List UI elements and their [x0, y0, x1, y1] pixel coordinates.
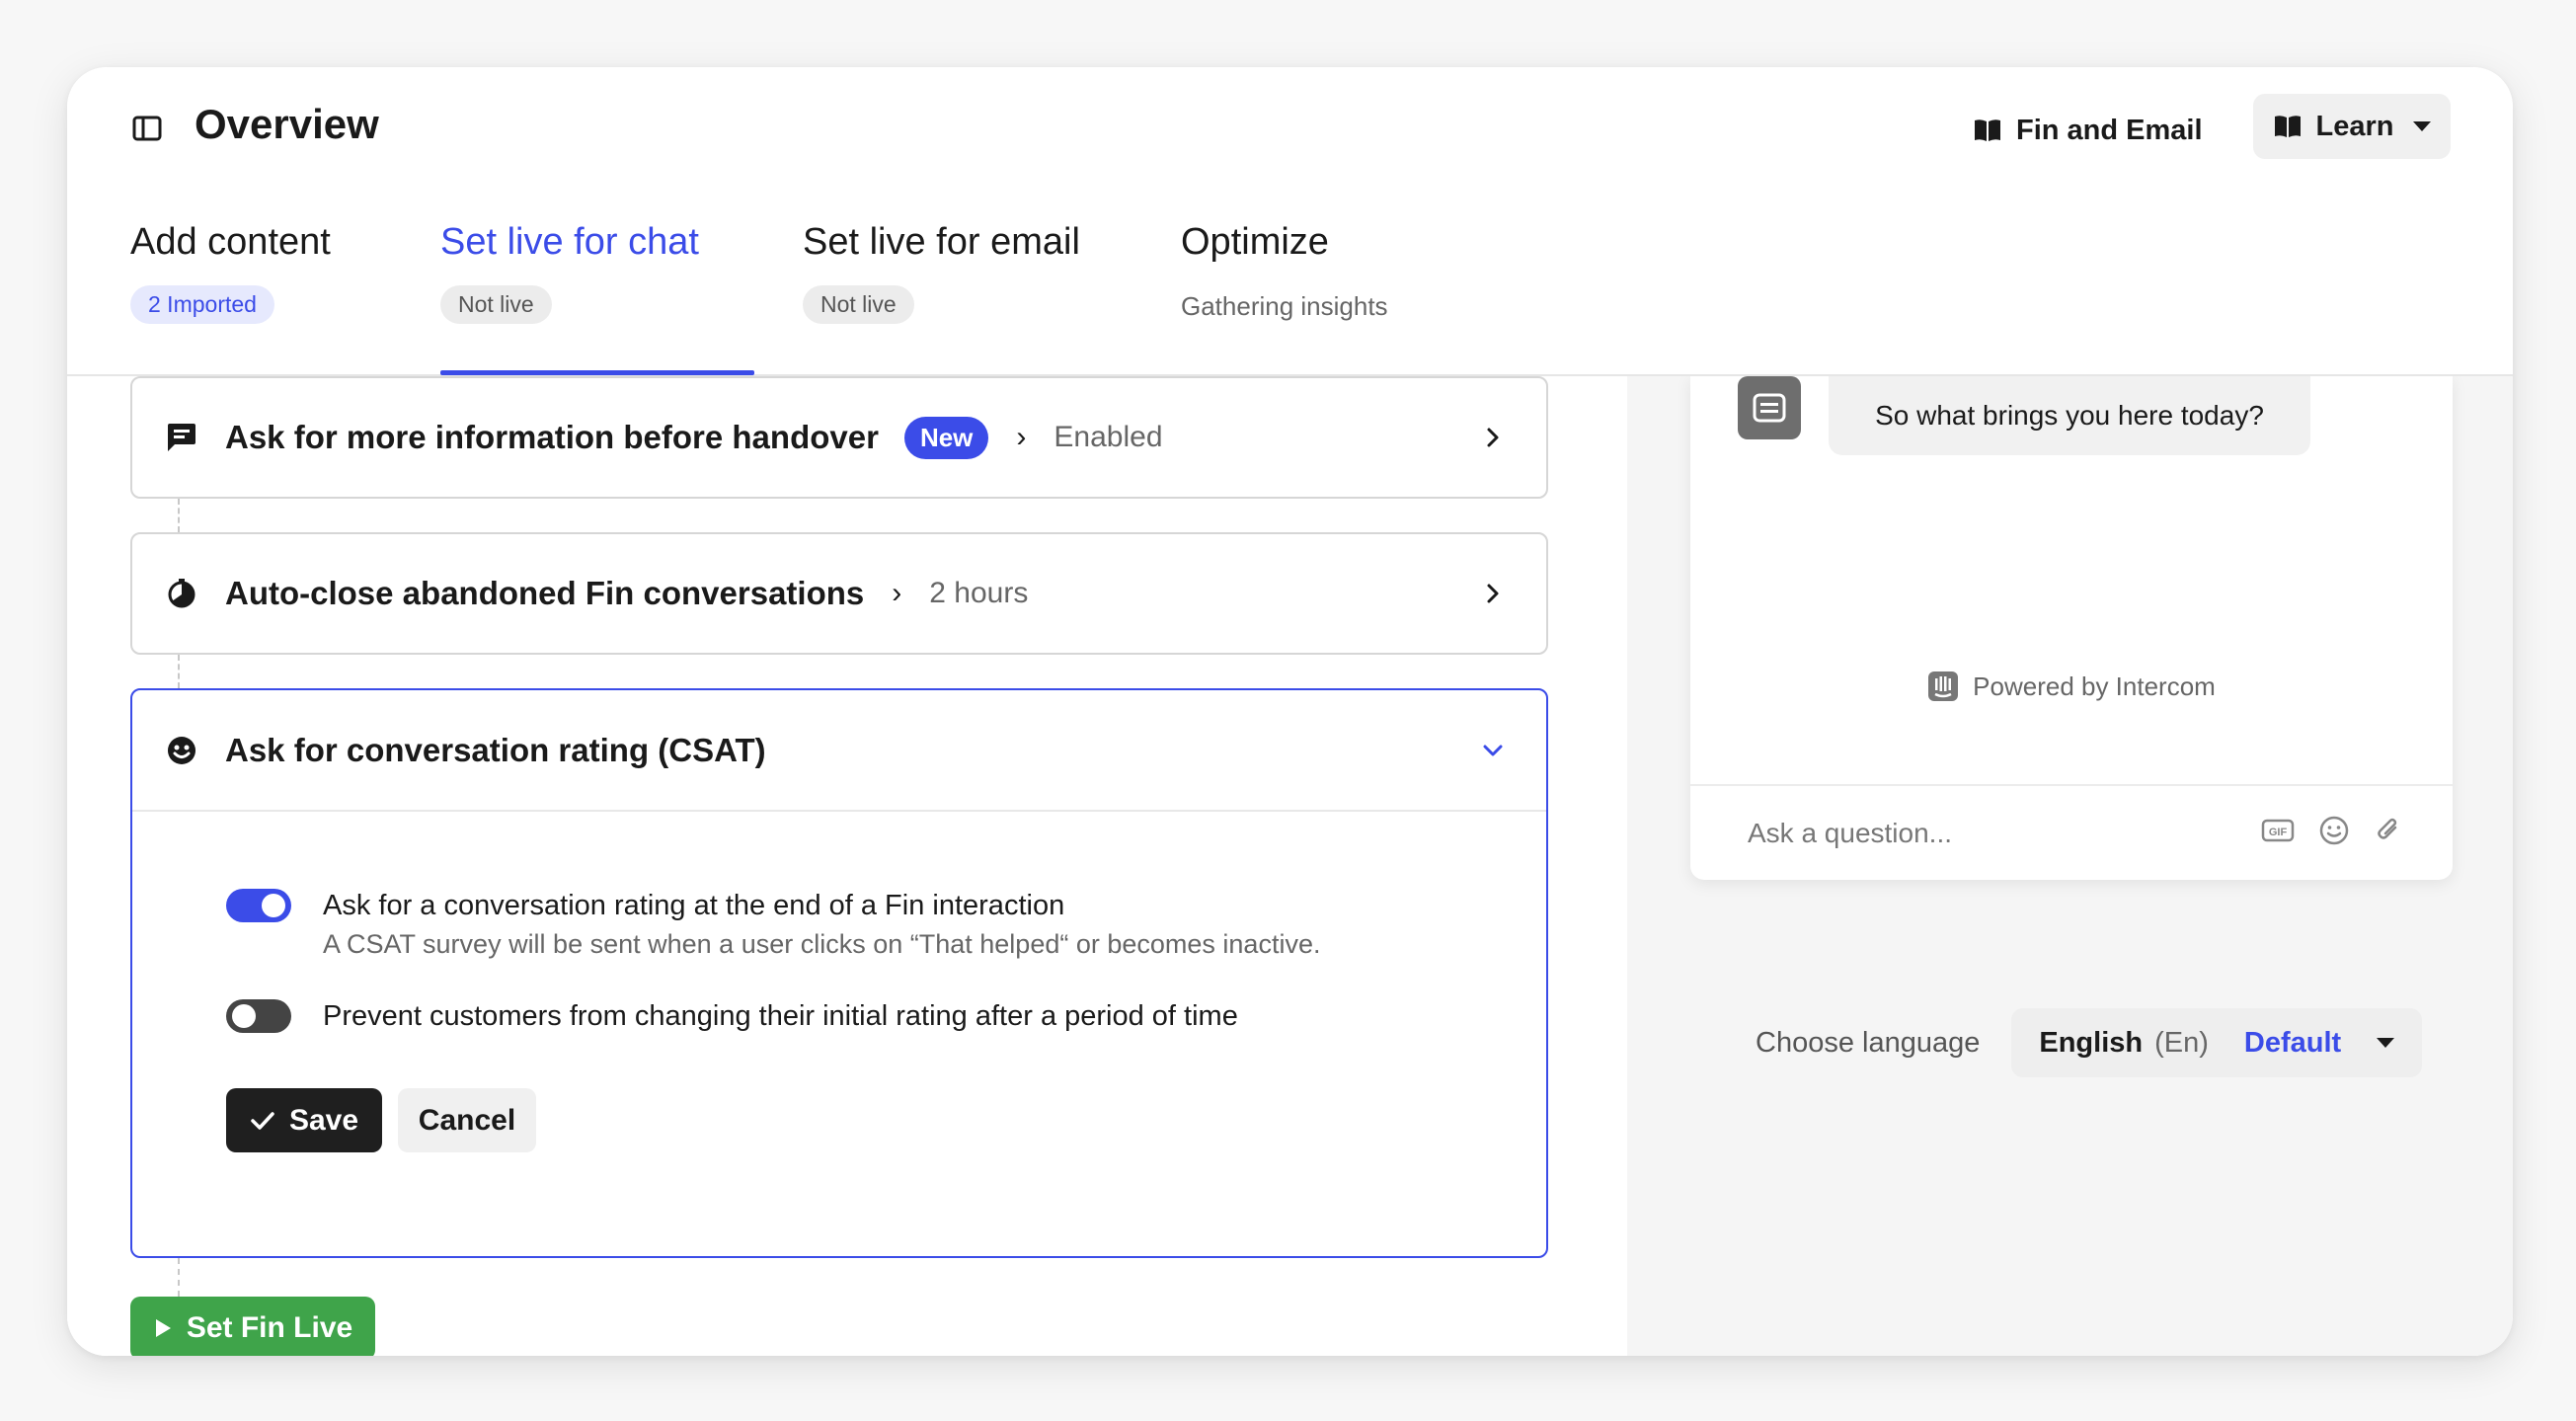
tab-label: Set live for email	[803, 221, 1080, 263]
csat-rating-help: A CSAT survey will be sent when a user c…	[323, 929, 1321, 959]
prevent-rating-change-label: Prevent customers from changing their in…	[323, 1000, 1238, 1032]
language-default-tag: Default	[2243, 1026, 2342, 1059]
learn-button[interactable]: Learn	[2253, 94, 2451, 159]
composer[interactable]: Ask a question... GIF	[1690, 784, 2453, 880]
tab-label: Add content	[130, 221, 331, 263]
step-connector	[178, 655, 180, 688]
chevron-right-icon: ›	[1016, 421, 1027, 453]
choose-language-label: Choose language	[1756, 1026, 1981, 1059]
prevent-rating-change-toggle[interactable]	[226, 999, 291, 1033]
save-label: Save	[288, 1103, 359, 1137]
learn-label: Learn	[2315, 110, 2394, 142]
book-icon	[1973, 118, 2002, 143]
divider	[132, 810, 1546, 812]
powered-by: Powered by Intercom	[1690, 671, 2453, 702]
chevron-down-icon	[2377, 1038, 2395, 1048]
tab-subtitle: Gathering insights	[1181, 291, 1388, 321]
book-icon	[2273, 114, 2303, 139]
autoclose-row[interactable]: Auto-close abandoned Fin conversations ›…	[132, 534, 1546, 653]
tab-add-content[interactable]: Add content 2 Imported	[130, 221, 331, 324]
fin-and-email-link[interactable]: Fin and Email	[1973, 109, 2203, 152]
status-badge: 2 Imported	[130, 285, 274, 324]
page-title: Overview	[195, 101, 379, 147]
language-code: (En)	[2154, 1026, 2209, 1059]
tab-optimize[interactable]: Optimize Gathering insights	[1181, 221, 1388, 322]
handover-row[interactable]: Ask for more information before handover…	[132, 378, 1546, 497]
check-icon	[251, 1111, 274, 1130]
step-connector	[178, 1258, 180, 1297]
csat-rating-label: Ask for a conversation rating at the end…	[323, 890, 1065, 921]
autoclose-value: 2 hours	[929, 577, 1029, 609]
tab-label: Set live for chat	[440, 221, 699, 263]
status-badge: Not live	[440, 285, 552, 324]
gif-icon[interactable]: GIF	[2261, 818, 2295, 848]
handover-title: Ask for more information before handover	[225, 419, 879, 455]
language-row: Choose language English (En) Default	[1756, 1008, 2423, 1077]
new-badge: New	[903, 416, 989, 459]
autoclose-title: Auto-close abandoned Fin conversations	[225, 575, 865, 611]
fin-bot-icon	[1753, 393, 1786, 423]
handover-status: Enabled	[1054, 421, 1163, 453]
tab-set-live-email[interactable]: Set live for email Not live	[803, 221, 1080, 324]
autoclose-card[interactable]: Auto-close abandoned Fin conversations ›…	[130, 532, 1548, 655]
chevron-right-icon: ›	[892, 577, 902, 609]
preview-panel: So what brings you here today? Powered b…	[1627, 376, 2513, 1356]
status-badge: Not live	[803, 285, 914, 324]
emoji-icon[interactable]	[2318, 815, 2350, 851]
toggle-knob	[262, 894, 285, 917]
csat-card: Ask for conversation rating (CSAT) Ask f…	[130, 688, 1548, 1258]
chat-bubble-icon	[164, 420, 199, 455]
intercom-logo-icon	[1928, 671, 1959, 701]
sidebar-toggle-icon[interactable]	[130, 112, 164, 145]
set-fin-live-label: Set Fin Live	[186, 1311, 353, 1344]
save-button[interactable]: Save	[226, 1088, 382, 1152]
chevron-down-icon[interactable]	[1479, 737, 1507, 764]
bot-message: So what brings you here today?	[1829, 376, 2310, 455]
page-header: Overview Fin and Email Learn Add content…	[67, 67, 2513, 376]
handover-card[interactable]: Ask for more information before handover…	[130, 376, 1548, 499]
chevron-right-icon	[1479, 424, 1507, 451]
set-fin-live-button[interactable]: Set Fin Live	[130, 1297, 375, 1356]
messenger-preview: So what brings you here today? Powered b…	[1690, 376, 2453, 880]
timer-icon	[164, 576, 199, 611]
language-name: English	[2039, 1026, 2144, 1059]
play-icon	[155, 1319, 171, 1337]
tab-set-live-chat[interactable]: Set live for chat Not live	[440, 221, 699, 324]
csat-title: Ask for conversation rating (CSAT)	[225, 731, 766, 768]
step-connector	[178, 499, 180, 532]
tab-label: Optimize	[1181, 221, 1329, 263]
language-select[interactable]: English (En) Default	[2011, 1008, 2423, 1077]
csat-header-row[interactable]: Ask for conversation rating (CSAT)	[132, 690, 1546, 810]
active-tab-indicator	[440, 370, 754, 375]
chevron-right-icon	[1479, 580, 1507, 607]
cancel-button[interactable]: Cancel	[398, 1088, 536, 1152]
settings-panel: Ask for more information before handover…	[67, 376, 1627, 1356]
smiley-icon	[164, 733, 199, 768]
composer-input[interactable]: Ask a question...	[1748, 818, 2261, 849]
csat-rating-toggle[interactable]	[226, 889, 291, 922]
powered-by-label: Powered by Intercom	[1973, 671, 2216, 701]
fin-and-email-label: Fin and Email	[2016, 114, 2203, 146]
chevron-down-icon	[2413, 121, 2432, 131]
toggle-knob	[232, 1004, 256, 1028]
svg-text:GIF: GIF	[2269, 827, 2288, 838]
app-window: Overview Fin and Email Learn Add content…	[67, 67, 2513, 1356]
attachment-icon[interactable]	[2374, 816, 2403, 850]
bot-avatar	[1738, 376, 1801, 439]
